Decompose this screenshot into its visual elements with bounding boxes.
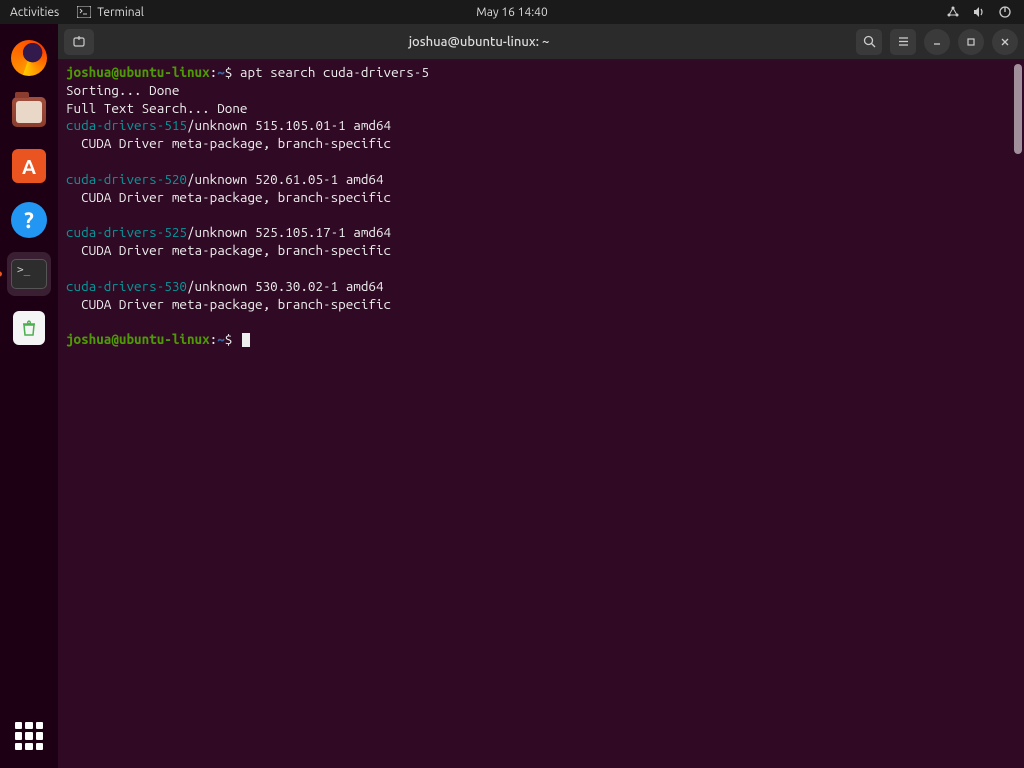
new-tab-button[interactable] xyxy=(64,29,94,55)
dock: ? xyxy=(0,24,58,768)
terminal-line xyxy=(66,153,1016,171)
search-button[interactable] xyxy=(856,29,882,55)
terminal-line: cuda-drivers-525/unknown 525.105.17-1 am… xyxy=(66,224,1016,242)
software-icon xyxy=(12,149,46,183)
new-tab-icon xyxy=(72,35,86,49)
terminal-line: cuda-drivers-515/unknown 515.105.01-1 am… xyxy=(66,117,1016,135)
terminal-prompt: joshua@ubuntu-linux:~$ xyxy=(66,331,1016,349)
files-icon xyxy=(12,97,46,127)
terminal-line: joshua@ubuntu-linux:~$ apt search cuda-d… xyxy=(66,64,1016,82)
terminal-window: joshua@ubuntu-linux: ~ joshua@ubuntu-lin… xyxy=(58,24,1024,768)
terminal-line xyxy=(66,207,1016,225)
scrollbar[interactable] xyxy=(1014,64,1022,154)
minimize-icon xyxy=(932,37,942,47)
app-menu[interactable]: Terminal xyxy=(77,6,144,19)
terminal-line xyxy=(66,313,1016,331)
help-icon: ? xyxy=(11,202,47,238)
terminal-line: CUDA Driver meta-package, branch-specifi… xyxy=(66,135,1016,153)
terminal-line: cuda-drivers-530/unknown 530.30.02-1 amd… xyxy=(66,278,1016,296)
close-icon xyxy=(1000,37,1010,47)
menu-button[interactable] xyxy=(890,29,916,55)
dock-trash[interactable] xyxy=(7,306,51,350)
terminal-line: cuda-drivers-520/unknown 520.61.05-1 amd… xyxy=(66,171,1016,189)
clock[interactable]: May 16 14:40 xyxy=(476,6,547,19)
dock-software[interactable] xyxy=(7,144,51,188)
dock-help[interactable]: ? xyxy=(7,198,51,242)
trash-icon xyxy=(13,311,45,345)
terminal-line: CUDA Driver meta-package, branch-specifi… xyxy=(66,296,1016,314)
volume-icon[interactable] xyxy=(972,5,986,19)
cursor xyxy=(242,333,250,347)
gnome-topbar: Activities Terminal May 16 14:40 xyxy=(0,0,1024,24)
close-button[interactable] xyxy=(992,29,1018,55)
terminal-line: Full Text Search... Done xyxy=(66,100,1016,118)
show-applications[interactable] xyxy=(15,722,43,750)
power-icon[interactable] xyxy=(998,5,1012,19)
dock-firefox[interactable] xyxy=(7,36,51,80)
minimize-button[interactable] xyxy=(924,29,950,55)
network-icon[interactable] xyxy=(946,5,960,19)
maximize-icon xyxy=(966,37,976,47)
terminal-line: Sorting... Done xyxy=(66,82,1016,100)
terminal-body[interactable]: joshua@ubuntu-linux:~$ apt search cuda-d… xyxy=(58,60,1024,768)
dock-terminal[interactable] xyxy=(7,252,51,296)
dock-files[interactable] xyxy=(7,90,51,134)
terminal-line: CUDA Driver meta-package, branch-specifi… xyxy=(66,189,1016,207)
firefox-icon xyxy=(11,40,47,76)
hamburger-icon xyxy=(897,35,910,48)
window-title: joshua@ubuntu-linux: ~ xyxy=(102,35,856,49)
terminal-line: CUDA Driver meta-package, branch-specifi… xyxy=(66,242,1016,260)
terminal-icon xyxy=(77,6,91,18)
activities-button[interactable]: Activities xyxy=(10,6,59,19)
terminal-app-icon xyxy=(11,259,47,289)
terminal-line xyxy=(66,260,1016,278)
maximize-button[interactable] xyxy=(958,29,984,55)
search-icon xyxy=(863,35,876,48)
app-menu-label: Terminal xyxy=(97,6,144,19)
titlebar: joshua@ubuntu-linux: ~ xyxy=(58,24,1024,60)
